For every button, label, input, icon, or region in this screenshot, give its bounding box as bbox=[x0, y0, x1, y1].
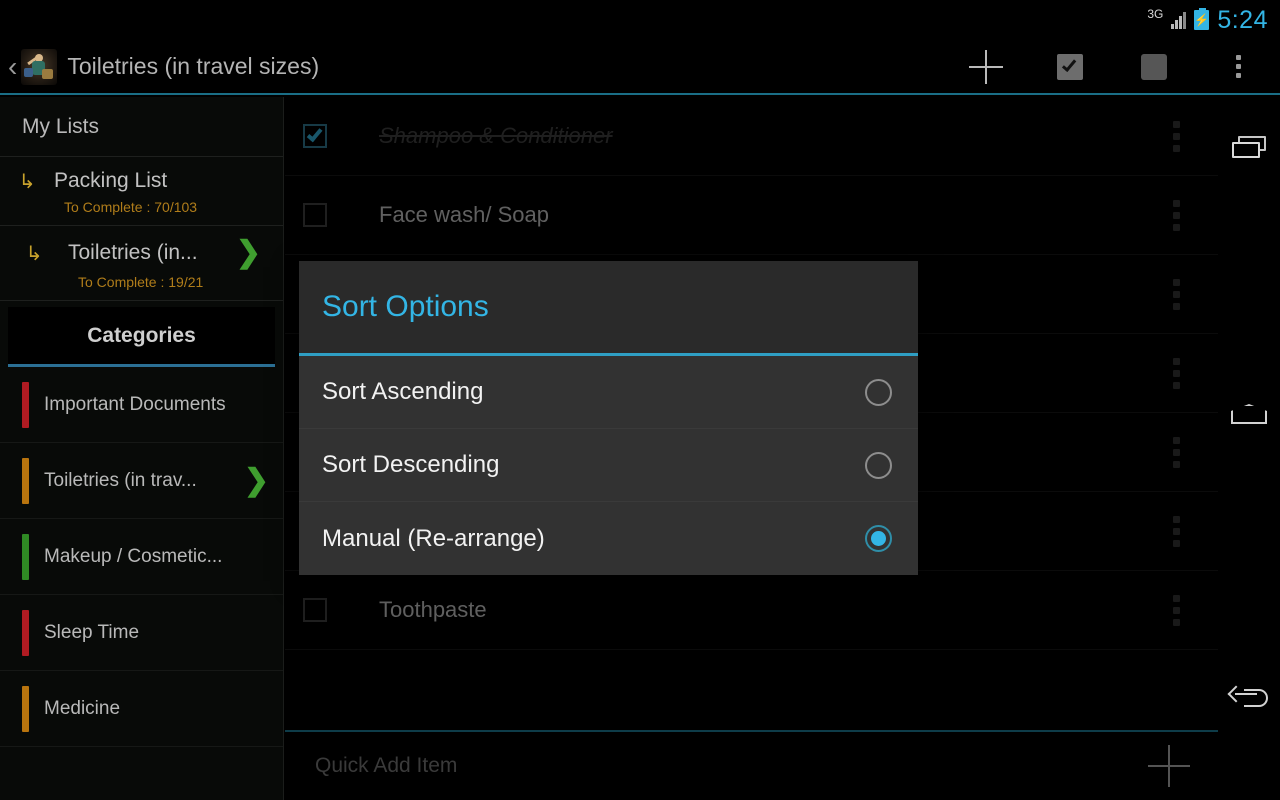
add-item-button[interactable] bbox=[944, 39, 1028, 94]
nav-back-button[interactable] bbox=[1218, 667, 1280, 729]
category-label: Sleep Time bbox=[44, 621, 140, 643]
sidebar-list-progress: To Complete : 70/103 bbox=[64, 199, 198, 215]
back-arrow-icon bbox=[1227, 685, 1268, 711]
category-label: Makeup / Cosmetic... bbox=[44, 545, 223, 567]
uncheck-all-button[interactable] bbox=[1112, 39, 1196, 94]
sidebar-category-medicine[interactable]: Medicine bbox=[0, 671, 283, 747]
category-color-swatch bbox=[22, 609, 29, 656]
battery-charging-icon: ⚡ bbox=[1194, 8, 1210, 30]
sidebar-list-toiletries[interactable]: ↳ Toiletries (in... ❯ To Complete : 19/2… bbox=[0, 226, 283, 301]
radio-unselected-icon[interactable] bbox=[865, 451, 892, 479]
more-vertical-icon bbox=[1235, 55, 1241, 78]
chevron-right-icon: ❯ bbox=[243, 463, 269, 497]
signal-bars-icon bbox=[1171, 11, 1187, 29]
sidebar-list-label: Toiletries (in... bbox=[68, 241, 198, 264]
sidebar-list-progress: To Complete : 19/21 bbox=[78, 274, 204, 290]
category-label: Toiletries (in trav... bbox=[44, 469, 197, 491]
category-color-swatch bbox=[22, 685, 29, 732]
sidebar-category-makeup[interactable]: Makeup / Cosmetic... bbox=[0, 519, 283, 595]
sidebar-category-important-documents[interactable]: Important Documents bbox=[0, 367, 283, 443]
sidebar-category-toiletries[interactable]: Toiletries (in trav... ❯ bbox=[0, 443, 283, 519]
check-all-button[interactable] bbox=[1028, 39, 1112, 94]
radio-unselected-icon[interactable] bbox=[865, 378, 892, 406]
sidebar-list-packing[interactable]: ↳ Packing List To Complete : 70/103 bbox=[0, 157, 283, 226]
nav-home-button[interactable] bbox=[1218, 383, 1280, 445]
category-color-swatch bbox=[22, 457, 29, 504]
checkbox-empty-icon bbox=[1141, 53, 1167, 80]
page-title: Toiletries (in travel sizes) bbox=[67, 53, 320, 79]
home-icon bbox=[1231, 404, 1267, 424]
plus-icon bbox=[969, 49, 1003, 84]
traveler-app-icon bbox=[21, 48, 58, 85]
sort-options-dialog: Sort Options Sort Ascending Sort Descend… bbox=[299, 261, 918, 575]
network-type-label: 3G bbox=[1147, 7, 1164, 21]
status-bar: 3G ⚡ 5:24 bbox=[0, 0, 1280, 40]
chevron-right-icon: ❯ bbox=[235, 236, 261, 269]
tab-categories[interactable]: Categories bbox=[8, 307, 275, 367]
category-label: Important Documents bbox=[44, 393, 226, 415]
recents-icon bbox=[1232, 136, 1266, 160]
category-color-swatch bbox=[22, 533, 29, 580]
action-bar-buttons bbox=[944, 39, 1280, 94]
app-screen: 3G ⚡ 5:24 ‹ Toiletries (in travel sizes) bbox=[0, 0, 1280, 800]
sort-ascending-option[interactable]: Sort Ascending bbox=[299, 356, 918, 429]
option-label: Manual (Re-arrange) bbox=[322, 524, 545, 552]
radio-selected-icon[interactable] bbox=[865, 525, 892, 552]
category-label: Medicine bbox=[44, 697, 121, 719]
status-clock: 5:24 bbox=[1217, 5, 1268, 34]
corner-arrow-icon: ↳ bbox=[18, 169, 36, 193]
up-back-icon[interactable]: ‹ bbox=[0, 52, 21, 81]
option-label: Sort Descending bbox=[322, 451, 500, 478]
option-label: Sort Ascending bbox=[322, 378, 484, 405]
sidebar-category-sleep-time[interactable]: Sleep Time bbox=[0, 595, 283, 671]
category-color-swatch bbox=[22, 381, 29, 428]
system-navigation-bar bbox=[1218, 97, 1280, 800]
dialog-header: Sort Options bbox=[299, 261, 918, 356]
dialog-title: Sort Options bbox=[322, 290, 489, 323]
corner-arrow-icon: ↳ bbox=[25, 241, 43, 265]
overflow-menu-button[interactable] bbox=[1196, 39, 1280, 94]
checkbox-checked-icon bbox=[1057, 53, 1083, 80]
sidebar-header: My Lists bbox=[0, 97, 283, 157]
manual-rearrange-option[interactable]: Manual (Re-arrange) bbox=[299, 502, 918, 575]
action-bar: ‹ Toiletries (in travel sizes) bbox=[0, 40, 1280, 95]
nav-recents-button[interactable] bbox=[1218, 117, 1280, 179]
sort-descending-option[interactable]: Sort Descending bbox=[299, 429, 918, 502]
sidebar: My Lists ↳ Packing List To Complete : 70… bbox=[0, 97, 284, 800]
sidebar-list-label: Packing List bbox=[54, 169, 168, 192]
